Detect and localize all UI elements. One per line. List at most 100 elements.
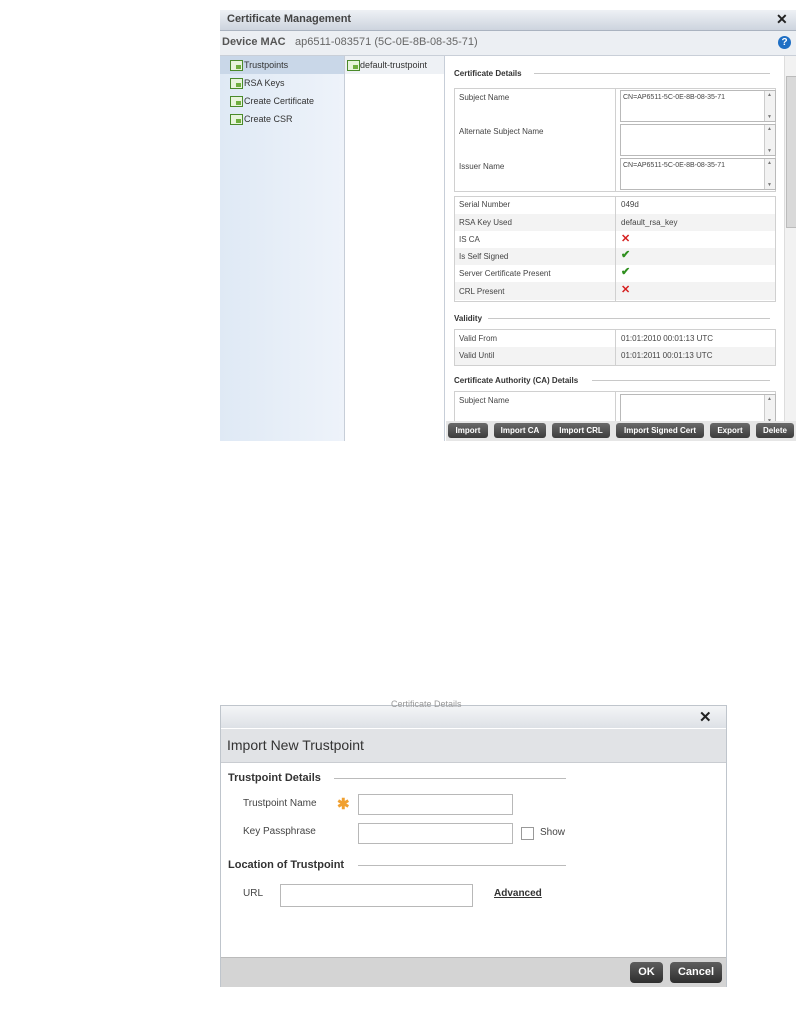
subject-grid: Subject Name CN=AP6511-5C-0E-8B-08-35-71… [454,88,776,192]
validity-grid: Valid From 01:01:2010 00:01:13 UTC Valid… [454,329,776,366]
divider [615,392,616,421]
trustpoint-details-heading: Trustpoint Details [228,772,321,784]
divider [334,778,566,779]
cancel-button[interactable]: Cancel [670,962,722,983]
tree-item-label: RSA Keys [244,78,285,88]
info-key: RSA Key Used [459,218,512,227]
info-key: IS CA [459,235,480,244]
location-heading: Location of Trustpoint [228,859,345,871]
subject-name-label: Subject Name [459,93,510,102]
key-passphrase-input[interactable] [358,823,513,844]
certificate-management-window: Certificate Management ✕ Device MAC ap65… [220,10,796,441]
detail-scrollbar[interactable] [784,56,796,421]
tree-item-rsa-keys[interactable]: RSA Keys [220,74,344,92]
validity-value: 01:01:2011 00:01:13 UTC [621,351,713,360]
scrollbar[interactable] [764,159,775,189]
divider [534,73,770,74]
divider [592,380,770,381]
trustpoint-label: default-trustpoint [360,60,428,70]
scrollbar[interactable] [764,395,775,421]
false-icon: ✕ [621,233,631,245]
trustpoint-item-default[interactable]: default-trustpoint [345,56,444,74]
validity-heading: Validity [454,314,483,323]
import-ca-button[interactable]: Import CA [494,423,546,438]
certificate-icon [230,96,243,107]
device-bar: Device MAC ap6511-083571 (5C-0E-8B-08-35… [220,31,796,56]
key-passphrase-label: Key Passphrase [243,826,316,837]
info-key: CRL Present [459,287,505,296]
subject-name-field[interactable]: CN=AP6511-5C-0E-8B-08-35-71 [620,90,776,122]
action-button-bar: Import Import CA Import CRL Import Signe… [446,421,796,441]
divider [615,197,616,301]
issuer-value: CN=AP6511-5C-0E-8B-08-35-71 [623,162,726,169]
certificate-icon [230,114,243,125]
tree-item-create-csr[interactable]: Create CSR [220,110,344,128]
issuer-label: Issuer Name [459,162,505,171]
info-key: Is Self Signed [459,252,509,261]
advanced-link[interactable]: Advanced [494,888,542,899]
divider [488,318,770,319]
ca-details-heading: Certificate Authority (CA) Details [454,376,579,385]
export-button[interactable]: Export [710,423,750,438]
title-bar: Certificate Management ✕ [220,10,796,31]
ca-subject-label: Subject Name [459,396,510,405]
certificate-details-heading: Certificate Details [454,69,522,78]
certificate-icon [230,60,243,71]
import-crl-button[interactable]: Import CRL [552,423,610,438]
divider [615,89,616,191]
certificate-icon [347,60,360,71]
scrollbar-thumb[interactable] [786,76,796,228]
tree-item-label: Trustpoints [244,60,289,70]
info-key: Serial Number [459,200,511,209]
dialog-footer: OK Cancel [221,957,726,987]
window-title: Certificate Management [227,13,352,25]
trustpoint-list: default-trustpoint [345,56,445,441]
device-mac-value: ap6511-083571 (5C-0E-8B-08-35-71) [295,36,478,48]
alt-subject-field[interactable] [620,124,776,156]
url-label: URL [243,888,264,899]
dialog-header: Import New Trustpoint [221,729,726,763]
help-icon[interactable]: ? [778,36,791,49]
tree-item-label: Create CSR [244,114,293,124]
issuer-field[interactable]: CN=AP6511-5C-0E-8B-08-35-71 [620,158,776,190]
close-icon[interactable]: ✕ [776,11,788,28]
info-value: 049d [621,200,639,209]
device-mac-label: Device MAC [222,36,286,48]
certificate-detail-panel: Certificate Details Subject Name CN=AP65… [446,56,784,421]
background-text: Certificate Details [391,699,462,709]
show-label: Show [540,827,566,838]
ok-button[interactable]: OK [630,962,663,983]
dialog-title: Import New Trustpoint [227,737,364,753]
show-checkbox[interactable] [521,827,534,840]
info-value: default_rsa_key [621,218,678,227]
url-input[interactable] [280,884,473,907]
import-button[interactable]: Import [448,423,488,438]
ca-subject-field[interactable] [620,394,776,421]
tree-item-create-certificate[interactable]: Create Certificate [220,92,344,110]
certificate-icon [230,78,243,89]
trustpoint-name-input[interactable] [358,794,513,815]
alt-subject-label: Alternate Subject Name [459,127,544,136]
import-signed-cert-button[interactable]: Import Signed Cert [616,423,704,438]
validity-key: Valid Until [459,351,495,360]
scrollbar[interactable] [764,125,775,155]
info-key: Server Certificate Present [459,269,551,278]
import-trustpoint-dialog: Certificate Details ✕ Import New Trustpo… [220,699,727,987]
dialog-title-bar: Certificate Details ✕ [221,699,726,728]
false-icon: ✕ [621,284,631,296]
delete-button[interactable]: Delete [756,423,794,438]
divider [615,330,616,365]
close-icon[interactable]: ✕ [699,708,712,726]
divider [358,865,566,866]
tree-item-label: Create Certificate [244,96,315,106]
scrollbar[interactable] [764,91,775,121]
validity-value: 01:01:2010 00:01:13 UTC [621,334,714,343]
tree-item-trustpoints[interactable]: Trustpoints [220,56,344,74]
check-icon: ✔ [621,266,631,278]
ca-grid: Subject Name [454,391,776,421]
validity-key: Valid From [459,334,498,343]
required-icon: ✱ [337,796,350,813]
navigation-tree: Trustpoints RSA Keys Create Certificate … [220,56,345,441]
trustpoint-name-label: Trustpoint Name [243,798,317,809]
check-icon: ✔ [621,249,631,261]
